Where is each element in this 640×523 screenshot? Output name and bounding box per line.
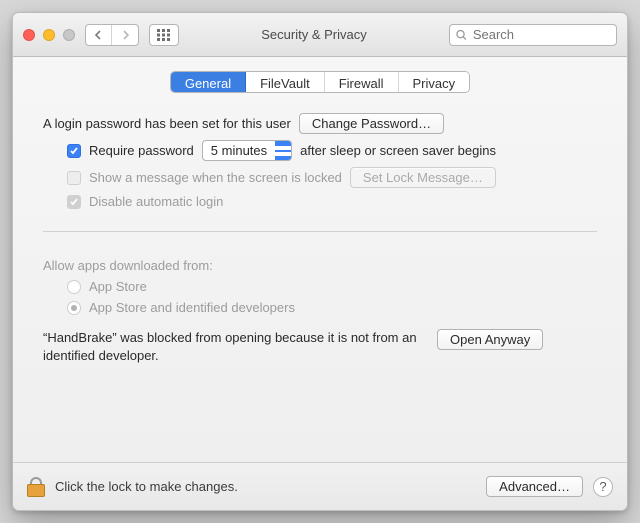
- checkmark-icon: [69, 197, 79, 207]
- footer: Click the lock to make changes. Advanced…: [13, 462, 627, 510]
- forward-button[interactable]: [112, 25, 138, 45]
- tab-filevault[interactable]: FileVault: [246, 72, 325, 92]
- minimize-window-button[interactable]: [43, 29, 55, 41]
- lock-button[interactable]: [27, 477, 45, 497]
- window-controls: [23, 29, 75, 41]
- tab-firewall[interactable]: Firewall: [325, 72, 399, 92]
- search-field[interactable]: [449, 24, 617, 46]
- nav-back-forward: [85, 24, 139, 46]
- help-button[interactable]: ?: [593, 477, 613, 497]
- section-divider: [43, 231, 597, 232]
- chevron-left-icon: [94, 30, 103, 40]
- gatekeeper-appstore-radio: [67, 280, 81, 294]
- close-window-button[interactable]: [23, 29, 35, 41]
- gatekeeper-identified-label: App Store and identified developers: [89, 300, 295, 315]
- require-password-suffix: after sleep or screen saver begins: [300, 143, 496, 158]
- change-password-button[interactable]: Change Password…: [299, 113, 444, 134]
- tab-firewall-label: Firewall: [339, 76, 384, 91]
- gatekeeper-heading: Allow apps downloaded from:: [43, 258, 213, 273]
- require-password-delay-value: 5 minutes: [203, 143, 275, 158]
- back-button[interactable]: [86, 25, 112, 45]
- preferences-window: Security & Privacy General FileVault Fir…: [12, 12, 628, 511]
- titlebar: Security & Privacy: [13, 13, 627, 57]
- search-icon: [456, 29, 467, 41]
- open-anyway-button[interactable]: Open Anyway: [437, 329, 543, 350]
- require-password-label: Require password: [89, 143, 194, 158]
- advanced-button[interactable]: Advanced…: [486, 476, 583, 497]
- tab-general[interactable]: General: [171, 72, 246, 92]
- set-lock-message-button: Set Lock Message…: [350, 167, 496, 188]
- show-lock-message-label: Show a message when the screen is locked: [89, 170, 342, 185]
- tab-general-label: General: [185, 76, 231, 91]
- gatekeeper-appstore-label: App Store: [89, 279, 147, 294]
- show-lock-message-checkbox: [67, 171, 81, 185]
- tab-privacy[interactable]: Privacy: [399, 72, 470, 92]
- disable-automatic-login-checkbox: [67, 195, 81, 209]
- search-input[interactable]: [471, 26, 610, 43]
- window-title: Security & Privacy: [189, 27, 439, 42]
- tab-privacy-label: Privacy: [413, 76, 456, 91]
- general-pane: A login password has been set for this u…: [13, 103, 627, 209]
- tab-bar: General FileVault Firewall Privacy: [13, 57, 627, 103]
- lock-hint-text: Click the lock to make changes.: [55, 479, 238, 494]
- blocked-app-message: “HandBrake” was blocked from opening bec…: [43, 329, 423, 364]
- checkmark-icon: [69, 146, 79, 156]
- grid-icon: [157, 29, 171, 41]
- show-all-button[interactable]: [149, 24, 179, 46]
- lock-body-icon: [27, 484, 45, 497]
- require-password-delay-popup[interactable]: 5 minutes: [202, 140, 292, 161]
- popup-arrows-icon: [275, 141, 291, 160]
- chevron-right-icon: [121, 30, 130, 40]
- gatekeeper-identified-radio: [67, 301, 81, 315]
- zoom-window-button[interactable]: [63, 29, 75, 41]
- gatekeeper-pane: Allow apps downloaded from: App Store Ap…: [13, 248, 627, 364]
- tab-filevault-label: FileVault: [260, 76, 310, 91]
- login-password-set-text: A login password has been set for this u…: [43, 116, 291, 131]
- disable-automatic-login-label: Disable automatic login: [89, 194, 223, 209]
- require-password-checkbox[interactable]: [67, 144, 81, 158]
